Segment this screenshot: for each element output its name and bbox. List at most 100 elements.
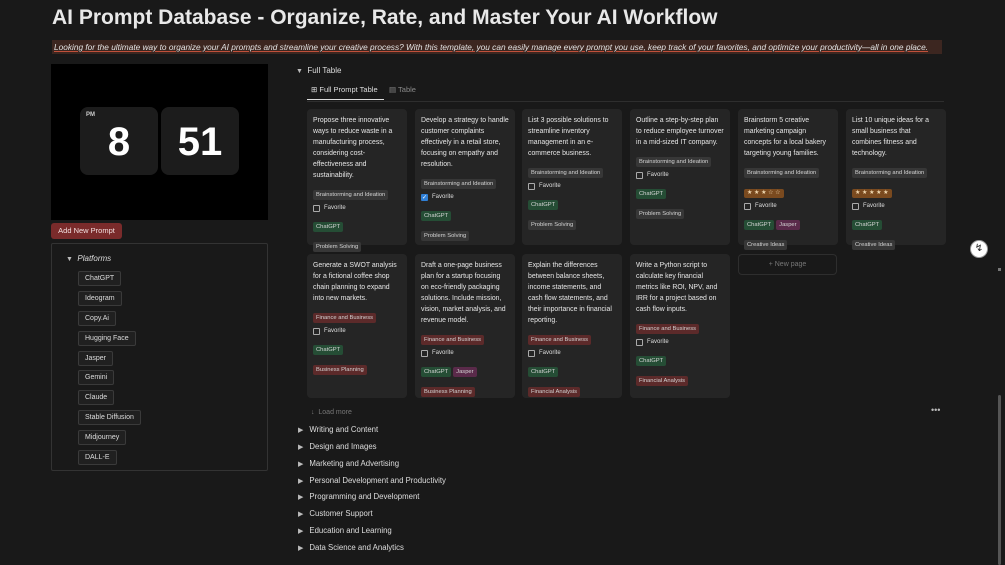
group-toggle[interactable]: ▶ Data Science and Analytics <box>298 543 404 552</box>
gallery-icon: ⊞ <box>311 85 318 94</box>
tabs-divider <box>307 101 944 102</box>
prompt-card[interactable]: List 10 unique ideas for a small busines… <box>846 109 946 250</box>
prompt-card[interactable]: Propose three innovative ways to reduce … <box>307 109 407 252</box>
category-tag: Brainstorming and Ideation <box>313 190 389 200</box>
full-table-title: Full Table <box>307 66 342 75</box>
platform-copyai[interactable]: Copy.Ai <box>78 311 116 326</box>
use-case-tag: Financial Analysis <box>528 387 581 397</box>
card-prompt-text: Write a Python script to calculate key f… <box>636 262 718 313</box>
prompt-card[interactable]: List 3 possible solutions to streamline … <box>522 109 622 245</box>
group-label: Data Science and Analytics <box>309 543 404 552</box>
new-page-button[interactable]: + New page <box>738 254 837 275</box>
ai-assistant-icon[interactable]: ↯ <box>970 240 988 258</box>
triangle-right-icon: ▶ <box>298 494 304 501</box>
checkbox-icon[interactable]: ✓ <box>421 194 428 201</box>
group-toggle[interactable]: ▶ Customer Support <box>298 509 373 518</box>
platform-tag: ChatGPT <box>313 222 344 232</box>
platform-ideogram[interactable]: Ideogram <box>78 291 122 306</box>
group-label: Customer Support <box>309 509 373 518</box>
platform-tag: ChatGPT <box>636 189 667 199</box>
favorite-checkbox[interactable]: Favorite <box>528 182 616 191</box>
favorite-label: Favorite <box>539 350 561 356</box>
scrollbar[interactable] <box>998 395 1001 565</box>
card-prompt-text: Outline a step-by-step plan to reduce em… <box>636 117 724 146</box>
favorite-checkbox[interactable]: Favorite <box>528 349 616 358</box>
triangle-right-icon: ▶ <box>298 427 304 434</box>
category-tag: Brainstorming and Ideation <box>528 168 604 178</box>
favorite-label: Favorite <box>432 350 454 356</box>
checkbox-icon[interactable] <box>421 350 428 357</box>
checkbox-icon[interactable] <box>636 339 643 346</box>
prompt-card[interactable]: Generate a SWOT analysis for a fictional… <box>307 254 407 398</box>
prompt-card[interactable]: Brainstorm 5 creative marketing campaign… <box>738 109 838 250</box>
favorite-checkbox[interactable]: Favorite <box>744 202 832 211</box>
card-prompt-text: Draft a one-page business plan for a sta… <box>421 262 506 324</box>
tab-label: Table <box>398 85 416 94</box>
group-toggle[interactable]: ▶ Marketing and Advertising <box>298 459 399 468</box>
prompt-card[interactable]: Explain the differences between balance … <box>522 254 622 398</box>
use-case-tag: Creative Ideas <box>744 240 788 250</box>
clock-hour: PM 8 <box>80 107 158 175</box>
platform-jasper[interactable]: Jasper <box>78 351 114 366</box>
add-new-prompt-button[interactable]: Add New Prompt <box>51 223 122 239</box>
group-toggle[interactable]: ▶ Personal Development and Productivity <box>298 476 446 485</box>
checkbox-icon[interactable] <box>313 205 320 212</box>
platforms-panel: ▼ Platforms ChatGPT Ideogram Copy.Ai Hug… <box>51 243 268 471</box>
checkbox-icon[interactable] <box>528 350 535 357</box>
use-case-tag: Business Planning <box>313 365 367 375</box>
table-icon: ▤ <box>389 85 397 94</box>
favorite-checkbox[interactable]: Favorite <box>852 202 940 211</box>
prompt-card[interactable]: Develop a strategy to handle customer co… <box>415 109 515 245</box>
load-more-button[interactable]: ↓ Load more <box>311 409 352 416</box>
group-toggle[interactable]: ▶ Writing and Content <box>298 425 378 434</box>
favorite-label: Favorite <box>647 172 669 178</box>
triangle-down-icon: ▼ <box>296 68 303 75</box>
tab-table[interactable]: ▤ Table <box>389 85 416 94</box>
checkbox-icon[interactable] <box>636 172 643 179</box>
platform-claude[interactable]: Claude <box>78 390 115 405</box>
rating-stars: ★ ★ ★ ☆ ☆ <box>744 189 784 198</box>
favorite-checkbox[interactable]: Favorite <box>636 338 724 347</box>
platform-midjourney[interactable]: Midjourney <box>78 430 127 445</box>
platform-chatgpt[interactable]: ChatGPT <box>78 271 122 286</box>
platform-gemini[interactable]: Gemini <box>78 370 115 385</box>
more-options-icon[interactable]: ••• <box>931 405 940 415</box>
favorite-checkbox[interactable]: Favorite <box>313 204 401 213</box>
platform-tag: ChatGPT <box>852 220 883 230</box>
card-prompt-text: Explain the differences between balance … <box>528 262 612 324</box>
favorite-checkbox[interactable]: Favorite <box>421 349 509 358</box>
use-case-tag: Problem Solving <box>421 231 470 241</box>
active-tab-indicator <box>307 99 384 100</box>
favorite-checkbox[interactable]: ✓ Favorite <box>421 193 509 202</box>
checkbox-icon[interactable] <box>528 183 535 190</box>
group-toggle[interactable]: ▶ Education and Learning <box>298 526 392 535</box>
prompt-card[interactable]: Outline a step-by-step plan to reduce em… <box>630 109 730 245</box>
triangle-right-icon: ▶ <box>298 478 304 485</box>
prompt-card[interactable]: Draft a one-page business plan for a sta… <box>415 254 515 398</box>
full-table-toggle[interactable]: ▼ Full Table <box>296 66 341 75</box>
favorite-checkbox[interactable]: Favorite <box>636 171 724 180</box>
platform-stable-diffusion[interactable]: Stable Diffusion <box>78 410 141 425</box>
checkbox-icon[interactable] <box>744 203 751 210</box>
checkbox-icon[interactable] <box>852 203 859 210</box>
load-more-label: Load more <box>318 409 352 416</box>
checkbox-icon[interactable] <box>313 328 320 335</box>
tab-full-prompt-table[interactable]: ⊞ Full Prompt Table <box>311 85 378 94</box>
platforms-title: Platforms <box>77 254 112 263</box>
platform-dall-e[interactable]: DALL-E <box>78 450 117 465</box>
platforms-toggle[interactable]: ▼ Platforms <box>66 254 111 263</box>
group-label: Marketing and Advertising <box>309 459 400 468</box>
category-tag: Brainstorming and Ideation <box>744 168 820 178</box>
favorite-label: Favorite <box>539 183 561 189</box>
prompt-card[interactable]: Write a Python script to calculate key f… <box>630 254 730 398</box>
group-toggle[interactable]: ▶ Design and Images <box>298 442 377 451</box>
clock-minute: 51 <box>161 107 239 175</box>
group-label: Writing and Content <box>309 425 379 434</box>
triangle-right-icon: ▶ <box>298 528 304 535</box>
group-toggle[interactable]: ▶ Programming and Development <box>298 492 419 501</box>
favorite-checkbox[interactable]: Favorite <box>313 327 401 336</box>
card-prompt-text: List 10 unique ideas for a small busines… <box>852 117 929 157</box>
card-prompt-text: Generate a SWOT analysis for a fictional… <box>313 262 397 302</box>
platform-hugging-face[interactable]: Hugging Face <box>78 331 136 346</box>
card-prompt-text: Brainstorm 5 creative marketing campaign… <box>744 117 826 157</box>
